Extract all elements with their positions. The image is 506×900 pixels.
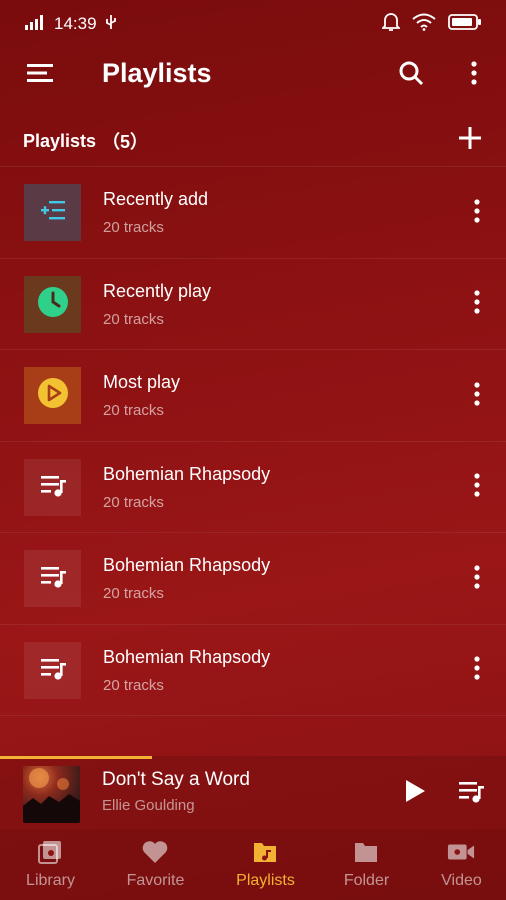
bottom-navigation: Library Favorite Playlists Folder Video [0,829,506,900]
list-item[interactable]: Bohemian Rhapsody 20 tracks [0,625,506,716]
playlist-more-button[interactable] [464,655,490,687]
more-vertical-icon [474,290,480,319]
playlist-count: （5） [102,132,149,152]
library-icon [36,838,64,866]
nav-item-favorite[interactable]: Favorite [105,829,206,900]
wifi-icon [412,13,436,36]
playlist-thumbnail [24,458,81,516]
status-bar: 14:39 [0,0,506,48]
playlists-icon [251,838,279,866]
bell-icon [380,12,402,37]
section-header: Playlists （5） [0,118,506,164]
list-item[interactable]: Recently add 20 tracks [0,167,506,259]
playlist-track-count: 20 tracks [103,585,164,602]
nav-label: Folder [343,872,390,889]
now-playing-title: Don't Say a Word [102,769,250,790]
nav-item-folder[interactable]: Folder [316,829,417,900]
playlist-thumbnail [24,275,81,333]
app-bar: Playlists [0,48,506,102]
more-vertical-icon [474,473,480,502]
playlist-more-button[interactable] [464,197,490,229]
album-art [23,766,80,823]
playlist-more-button[interactable] [464,472,490,504]
heart-icon [141,838,169,866]
playlist-list: Recently add 20 tracks Recently play 20 … [0,167,506,716]
more-vertical-icon [474,381,480,411]
playlist-track-count: 20 tracks [103,402,164,419]
signal-icon [24,14,46,35]
playlist-more-button[interactable] [464,380,490,412]
more-options-button[interactable] [460,58,488,92]
nav-label: Video [441,872,482,889]
playlist-more-button[interactable] [464,289,490,321]
search-button[interactable] [394,58,428,92]
playlist-track-count: 20 tracks [103,310,164,328]
playlist-thumbnail [24,184,81,241]
now-playing-artist: Ellie Goulding [102,797,195,814]
playlist-track-count: 20 tracks [103,493,164,511]
menu-icon [26,62,54,89]
playlist-title: Bohemian Rhapsody [103,646,271,667]
status-time: 14:39 [54,14,97,33]
clock-icon [37,286,69,323]
playlist-title: Bohemian Rhapsody [103,463,271,484]
page-title: Playlists [102,58,212,88]
nav-item-library[interactable]: Library [0,829,101,900]
more-vertical-icon [474,564,480,594]
queue-button[interactable] [455,777,487,809]
nav-item-video[interactable]: Video [411,829,506,900]
section-title: Playlists [23,130,97,151]
plus-icon [458,126,482,155]
playlist-thumbnail [24,367,81,424]
folder-icon [352,838,380,866]
queue-icon [457,779,485,808]
more-vertical-icon [474,198,480,228]
nav-label: Library [26,872,75,889]
video-icon [447,838,475,866]
list-item[interactable]: Bohemian Rhapsody 20 tracks [0,442,506,533]
menu-button[interactable] [22,60,58,90]
more-vertical-icon [474,656,480,685]
more-vertical-icon [471,60,477,90]
playlist-title: Bohemian Rhapsody [103,555,271,575]
playlist-title: Recently play [103,280,212,301]
playlist-title: Most play [103,372,181,392]
list-item[interactable]: Most play 20 tracks [0,350,506,442]
play-button[interactable] [400,777,430,809]
usb-icon [105,14,117,35]
battery-icon [448,13,482,36]
playlist-thumbnail [24,550,81,607]
playlist-thumbnail [24,641,81,699]
search-icon [398,60,424,91]
playlist-track-count: 20 tracks [103,676,164,694]
playlist-track-count: 20 tracks [103,219,164,236]
nav-label: Playlists [236,872,295,889]
playlist-more-button[interactable] [464,563,490,595]
playlist-add-icon [39,198,67,227]
nav-label: Favorite [126,872,185,889]
add-playlist-button[interactable] [452,122,488,158]
playlist-icon [39,473,67,502]
nav-item-playlists[interactable]: Playlists [215,829,316,900]
play-icon [404,779,426,808]
play-circle-icon [37,377,69,414]
list-item[interactable]: Bohemian Rhapsody 20 tracks [0,533,506,625]
playlist-icon [39,656,67,685]
list-item[interactable]: Recently play 20 tracks [0,259,506,350]
now-playing-bar[interactable]: Don't Say a Word Ellie Goulding [0,759,506,829]
playlist-title: Recently add [103,189,209,209]
playlist-icon [39,564,67,593]
